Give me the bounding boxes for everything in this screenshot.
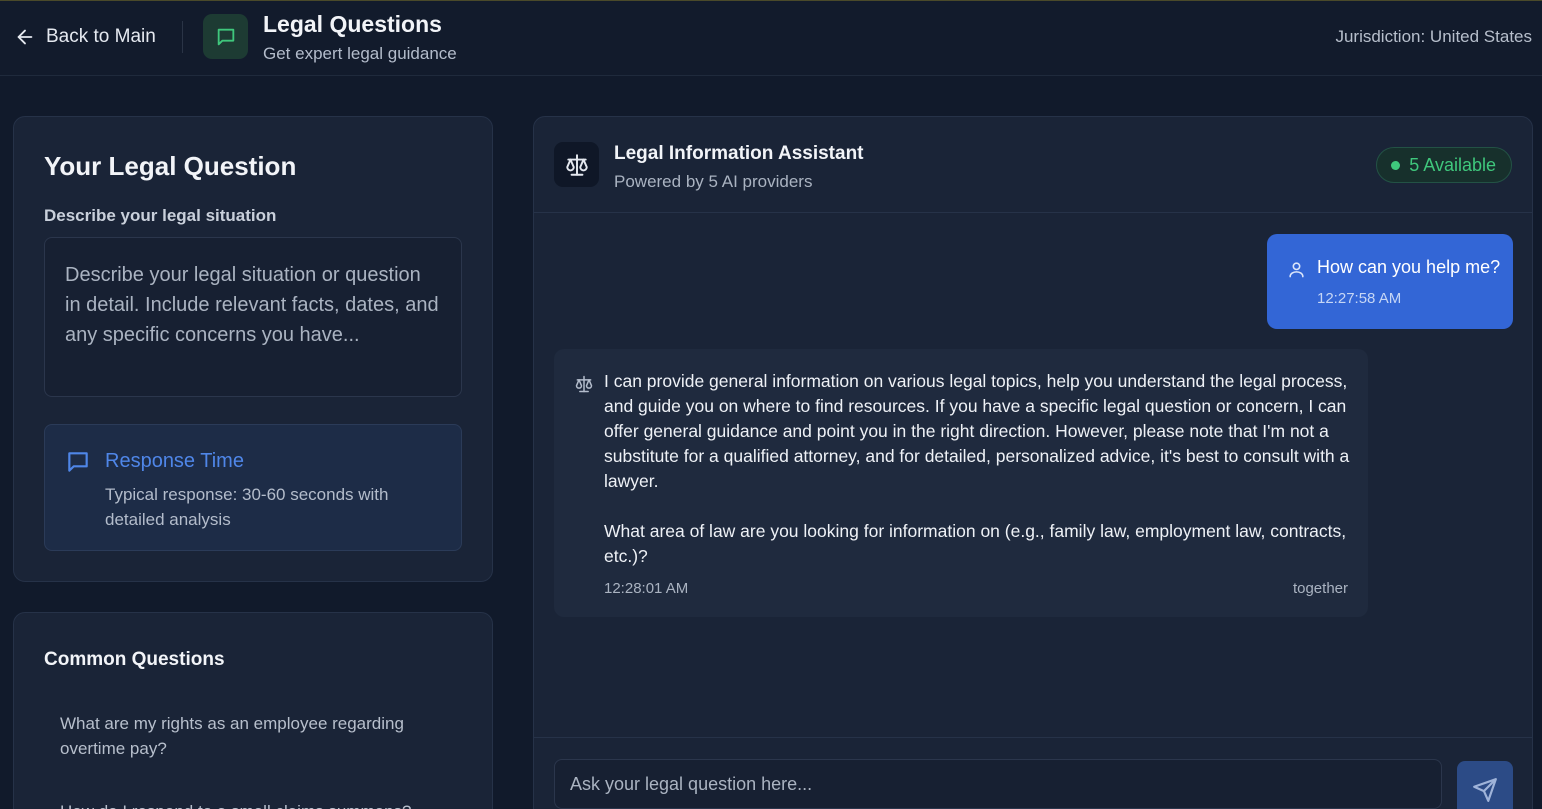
response-time-card: Response Time Typical response: 30-60 se… [44,424,462,551]
status-dot-icon [1391,160,1401,170]
user-message-time: 12:27:58 AM [1317,290,1402,307]
page-subtitle: Get expert legal guidance [263,44,457,63]
chat-panel: Legal Information Assistant Powered by 5… [533,116,1533,809]
assistant-message: I can provide general information on var… [554,349,1368,617]
question-heading: Your Legal Question [44,151,297,181]
app-icon [203,14,248,59]
top-bar: Back to Main Legal Questions Get expert … [0,0,1542,76]
back-to-main-button[interactable]: Back to Main [14,23,156,51]
user-message-text: How can you help me? [1317,257,1501,277]
response-time-title: Response Time [105,450,244,472]
common-question-item[interactable]: How do I respond to a small claims summo… [44,799,444,809]
common-questions-panel: Common Questions What are my rights as a… [13,612,493,809]
chat-composer [534,737,1532,809]
common-question-item[interactable]: What are my rights as an employee regard… [44,711,444,761]
assistant-paragraph: I can provide general information on var… [604,371,1350,491]
header-divider [182,21,183,53]
chat-input[interactable] [554,759,1442,809]
user-message: How can you help me? 12:27:58 AM [1267,234,1513,329]
legal-question-panel: Your Legal Question Describe your legal … [13,116,493,582]
assistant-avatar [554,142,599,187]
situation-label: Describe your legal situation [44,206,277,225]
arrow-left-icon [17,29,33,45]
chat-title: Legal Information Assistant [614,143,864,164]
availability-text: 5 Available [1409,154,1496,175]
assistant-provider: together [1292,580,1348,597]
page-title: Legal Questions [263,11,442,37]
assistant-message-text: I can provide general information on var… [604,369,1352,569]
common-questions-heading: Common Questions [44,649,225,670]
jurisdiction-label: Jurisdiction: United States [1335,27,1532,46]
chat-bubble-icon [68,452,88,472]
send-button[interactable] [1457,761,1513,809]
chat-subtitle: Powered by 5 AI providers [614,172,813,191]
chat-bubble-icon [217,28,234,45]
user-icon [1289,262,1304,278]
scales-icon [575,375,593,393]
situation-textarea[interactable] [44,237,462,397]
assistant-paragraph: What area of law are you looking for inf… [604,521,1347,566]
response-time-description: Typical response: 30-60 seconds with det… [105,485,389,529]
back-label: Back to Main [46,26,156,47]
send-icon [1473,778,1497,802]
availability-badge: 5 Available [1376,147,1512,183]
scales-icon [565,153,588,176]
assistant-message-time: 12:28:01 AM [604,580,689,597]
chat-header: Legal Information Assistant Powered by 5… [534,117,1532,213]
